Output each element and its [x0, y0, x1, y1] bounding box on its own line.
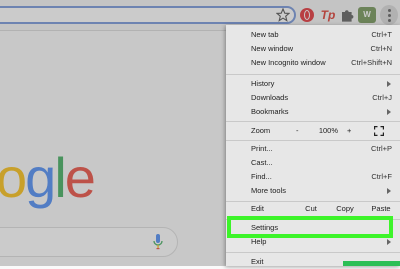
shortcut-label: Ctrl+N: [370, 44, 392, 53]
profile-avatar[interactable]: W: [358, 7, 376, 23]
shortcut-label: Ctrl+T: [371, 30, 392, 39]
menu-item-label: Find...: [251, 172, 272, 181]
menu-item-downloads[interactable]: Downloads Ctrl+J: [226, 91, 400, 105]
menu-item-label: New tab: [251, 30, 279, 39]
zoom-out-button[interactable]: -: [296, 123, 299, 139]
bookmark-star-icon[interactable]: [276, 8, 290, 22]
paste-button[interactable]: Paste: [366, 202, 396, 216]
menu-item-help[interactable]: Help: [226, 235, 400, 249]
menu-item-label: Settings: [251, 223, 279, 232]
menu-item-label: Bookmarks: [251, 107, 289, 116]
menu-dot: [387, 19, 391, 22]
menu-dot: [387, 14, 391, 17]
chrome-menu: New tab Ctrl+T New window Ctrl+N New Inc…: [226, 25, 400, 266]
menu-item-settings[interactable]: Settings: [226, 221, 400, 235]
menu-item-label: New Incognito window: [251, 58, 326, 67]
menu-separator: [226, 140, 400, 141]
opera-extension-icon[interactable]: [300, 8, 314, 22]
menu-item-zoom: Zoom - 100% +: [226, 123, 400, 139]
menu-item-new-incognito-window[interactable]: New Incognito window Ctrl+Shift+N: [226, 56, 400, 70]
submenu-arrow-icon: [387, 109, 391, 115]
tp-extension-icon[interactable]: Tp: [319, 7, 337, 23]
submenu-arrow-icon: [387, 239, 391, 245]
menu-item-label: New window: [251, 44, 294, 53]
menu-item-more-tools[interactable]: More tools: [226, 184, 400, 198]
menu-separator: [226, 252, 400, 253]
menu-item-print[interactable]: Print... Ctrl+P: [226, 142, 400, 156]
zoom-label: Zoom: [251, 126, 271, 135]
address-bar[interactable]: [0, 6, 296, 24]
menu-item-label: Cast...: [251, 158, 273, 167]
menu-dot: [387, 9, 391, 12]
zoom-in-button[interactable]: +: [347, 123, 351, 139]
menu-item-bookmarks[interactable]: Bookmarks: [226, 105, 400, 119]
menu-item-label: Print...: [251, 144, 273, 153]
menu-separator: [226, 121, 400, 122]
copy-button[interactable]: Copy: [330, 202, 360, 216]
microphone-icon[interactable]: [152, 233, 164, 251]
menu-item-new-window[interactable]: New window Ctrl+N: [226, 42, 400, 56]
submenu-arrow-icon: [387, 188, 391, 194]
edit-label: Edit: [251, 204, 264, 213]
menu-item-label: Exit: [251, 257, 264, 266]
menu-item-edit: Edit Cut Copy Paste: [226, 202, 400, 216]
menu-item-label: Downloads: [251, 93, 289, 102]
chrome-menu-button[interactable]: [380, 5, 398, 25]
extensions-puzzle-icon[interactable]: [340, 7, 354, 23]
shortcut-label: Ctrl+J: [372, 93, 392, 102]
menu-item-cast[interactable]: Cast...: [226, 156, 400, 170]
cut-button[interactable]: Cut: [296, 202, 326, 216]
menu-item-label: History: [251, 79, 275, 88]
bottom-green-strip: [343, 261, 400, 266]
menu-item-label: Help: [251, 237, 267, 246]
google-logo: ogle: [0, 146, 96, 209]
shortcut-label: Ctrl+F: [371, 172, 392, 181]
menu-item-new-tab[interactable]: New tab Ctrl+T: [226, 28, 400, 42]
fullscreen-icon[interactable]: [374, 126, 384, 136]
menu-item-history[interactable]: History: [226, 77, 400, 91]
menu-separator: [226, 219, 400, 220]
menu-item-find[interactable]: Find... Ctrl+F: [226, 170, 400, 184]
shortcut-label: Ctrl+Shift+N: [351, 58, 392, 67]
shortcut-label: Ctrl+P: [370, 144, 392, 153]
menu-separator: [226, 74, 400, 75]
menu-item-label: More tools: [251, 186, 287, 195]
submenu-arrow-icon: [387, 81, 391, 87]
zoom-level: 100%: [318, 126, 338, 135]
